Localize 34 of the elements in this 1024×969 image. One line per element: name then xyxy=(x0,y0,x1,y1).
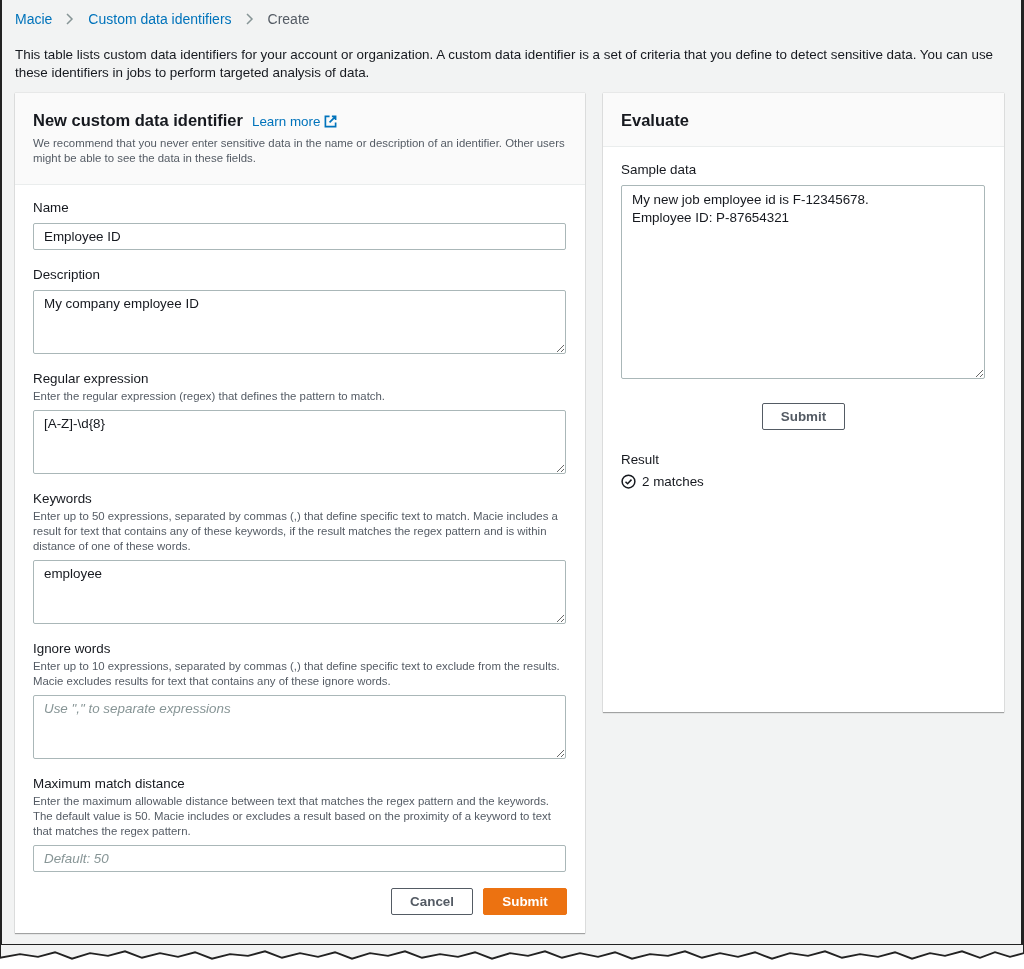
external-link-icon xyxy=(324,115,338,128)
field-label: Keywords xyxy=(33,490,93,508)
field-hint: Enter up to 50 expressions, separated by commas (,) that define specific text to match. Macie includes a result for text that contains any of these keywords, if the result matches the regex pattern and is within distance of one of these words. xyxy=(33,509,559,554)
field-hint: Enter the maximum allowable distance between text that matches the regex pattern and the keywords. The default value is 50. Macie includes or excludes a result based on the proximity of a keyword to text that matches the regex pattern. xyxy=(33,794,552,839)
input-field[interactable]: Employee ID xyxy=(33,223,566,250)
result-text: 2 matches xyxy=(642,474,704,489)
text-area[interactable]: [A-Z]-\d{8} xyxy=(33,410,566,474)
card-title: Evaluate xyxy=(621,110,690,130)
field-label: Maximum match distance xyxy=(33,775,186,793)
field-label: Regular expression xyxy=(33,370,150,388)
field-hint: Enter up to 10 expressions, separated by commas (,) that define specific text to exclude from the results. Macie excludes results for text that contains any of these ignore words. xyxy=(33,659,561,689)
field-label: Sample data xyxy=(621,161,698,179)
text-area[interactable]: My new job employee id is F-12345678. Employee ID: P-87654321 xyxy=(621,185,985,379)
field-label: Name xyxy=(33,199,70,217)
field-label: Description xyxy=(33,266,101,284)
check-circle-icon xyxy=(621,474,636,489)
card-note: We recommend that you never enter sensitive data in the name or description of an identifier. Other users might be able to see the data in these fields. xyxy=(33,136,566,166)
text-area[interactable]: Use "," to separate expressions xyxy=(33,695,566,759)
breadcrumb-current: Create xyxy=(267,11,310,27)
breadcrumb-link[interactable]: Macie xyxy=(15,11,53,27)
field-hint: Enter the regular expression (regex) that defines the pattern to match. xyxy=(33,389,387,404)
breadcrumb-link[interactable]: Custom data identifiers xyxy=(88,11,232,27)
cancel-button[interactable]: Cancel xyxy=(391,888,473,915)
field-label: Ignore words xyxy=(33,640,112,658)
text-area[interactable]: My company employee ID xyxy=(33,290,566,354)
learn-more-link[interactable]: Learn more xyxy=(251,114,338,129)
chevron-icon xyxy=(245,13,254,25)
result-label: Result xyxy=(621,451,660,469)
submit-button[interactable]: Submit xyxy=(761,403,846,430)
card-title: New custom data identifier xyxy=(33,110,243,130)
number-field[interactable]: Default: 50 xyxy=(33,845,566,872)
chevron-icon xyxy=(66,13,75,25)
intro-text: This table lists custom data identifiers for your account or organization. A custom data identifier is a set of criteria that you define to detect sensitive data. You can use these identifiers in jobs to perform targeted analysis of data. xyxy=(15,46,995,82)
text-area[interactable]: employee xyxy=(33,560,566,624)
